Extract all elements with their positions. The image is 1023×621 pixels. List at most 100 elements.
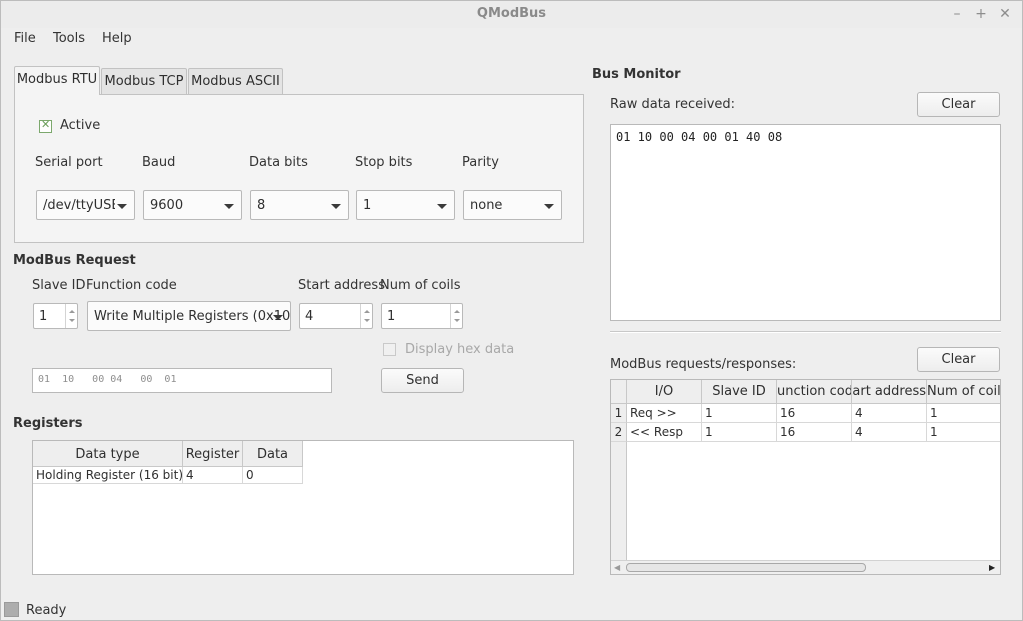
active-label: Active: [60, 118, 101, 133]
stepper-buttons[interactable]: [360, 304, 372, 328]
stop-bits-select[interactable]: 1: [356, 190, 455, 220]
send-button[interactable]: Send: [381, 368, 464, 393]
table-row-cell-io[interactable]: Req >>: [627, 404, 702, 423]
parity-value: none: [470, 198, 503, 213]
serial-port-label: Serial port: [35, 155, 103, 170]
registers-col-data[interactable]: Data: [243, 441, 303, 467]
clear-raw-button[interactable]: Clear: [917, 92, 1000, 117]
status-indicator: [4, 602, 19, 617]
tab-modbus-tcp[interactable]: Modbus TCP: [101, 68, 187, 94]
start-address-stepper[interactable]: 4: [299, 303, 373, 329]
window-title: QModBus: [476, 6, 547, 21]
registers-title: Registers: [13, 416, 83, 431]
maximize-icon[interactable]: +: [973, 5, 989, 23]
row-header-gutter: [611, 442, 627, 560]
title-bar: QModBus – + ✕: [1, 1, 1022, 28]
row-number[interactable]: 2: [611, 423, 627, 442]
chevron-down-icon: [224, 204, 234, 209]
table-row-cell-register[interactable]: 4: [183, 467, 243, 484]
table-row-cell-start-address[interactable]: 4: [852, 404, 927, 423]
table-row-cell-slave-id[interactable]: 1: [702, 404, 777, 423]
requests-corner: [611, 380, 627, 404]
baud-select[interactable]: 9600: [143, 190, 242, 220]
requests-col-slave-id[interactable]: Slave ID: [702, 380, 777, 404]
registers-col-data-type[interactable]: Data type: [33, 441, 183, 467]
start-address-label: Start address: [298, 278, 385, 293]
stepper-buttons[interactable]: [65, 304, 77, 328]
chevron-up-icon: [364, 310, 370, 313]
display-hex-checkbox[interactable]: [383, 343, 396, 356]
stop-bits-value: 1: [363, 198, 372, 213]
slave-id-value: 1: [39, 309, 48, 324]
splitter-handle[interactable]: [610, 331, 1001, 333]
close-icon[interactable]: ✕: [997, 5, 1013, 23]
chevron-down-icon: [454, 319, 460, 322]
menu-tools[interactable]: Tools: [53, 31, 85, 46]
table-row-cell-data-type[interactable]: Holding Register (16 bit): [33, 467, 183, 484]
num-coils-value: 1: [387, 309, 396, 324]
rtu-settings-panel: Active Serial port Baud Data bits Stop b…: [14, 94, 584, 243]
function-code-select[interactable]: Write Multiple Registers (0x10): [87, 301, 291, 331]
row-number[interactable]: 1: [611, 404, 627, 423]
clear-requests-button[interactable]: Clear: [917, 347, 1000, 372]
minimize-icon[interactable]: –: [949, 5, 965, 23]
stepper-buttons[interactable]: [450, 304, 462, 328]
data-bits-label: Data bits: [249, 155, 308, 170]
scroll-left-icon[interactable]: ◀: [614, 563, 620, 572]
data-bits-select[interactable]: 8: [250, 190, 349, 220]
chevron-up-icon: [454, 310, 460, 313]
chevron-down-icon: [544, 204, 554, 209]
serial-port-select[interactable]: /dev/ttyUSB1: [36, 190, 135, 220]
requests-col-num-coils[interactable]: Num of coils: [927, 380, 1000, 404]
requests-col-function-code[interactable]: unction cod: [777, 380, 852, 404]
raw-data-label: Raw data received:: [610, 97, 736, 112]
tab-modbus-rtu[interactable]: Modbus RTU: [14, 66, 100, 95]
scroll-right-icon[interactable]: ▶: [989, 563, 995, 572]
num-coils-label: Num of coils: [380, 278, 461, 293]
table-row-cell-io[interactable]: << Resp: [627, 423, 702, 442]
requests-col-start-address[interactable]: start address: [852, 380, 927, 404]
status-text: Ready: [26, 603, 67, 618]
table-row-cell-function-code[interactable]: 16: [777, 423, 852, 442]
parity-select[interactable]: none: [463, 190, 562, 220]
function-code-value: Write Multiple Registers (0x10): [94, 309, 291, 324]
table-row-cell-start-address[interactable]: 4: [852, 423, 927, 442]
slave-id-stepper[interactable]: 1: [33, 303, 78, 329]
modbus-request-title: ModBus Request: [13, 253, 136, 268]
table-row-cell-num-coils[interactable]: 1: [927, 404, 1000, 423]
tab-modbus-ascii[interactable]: Modbus ASCII: [188, 68, 283, 94]
function-code-label: Function code: [86, 278, 177, 293]
serial-port-value: /dev/ttyUSB1: [43, 198, 115, 213]
parity-label: Parity: [462, 155, 499, 170]
display-hex-label: Display hex data: [405, 342, 515, 357]
baud-label: Baud: [142, 155, 176, 170]
main-window: QModBus – + ✕ File Tools Help Modbus RTU…: [0, 0, 1023, 621]
requests-responses-label: ModBus requests/responses:: [610, 357, 797, 372]
registers-col-register[interactable]: Register: [183, 441, 243, 467]
raw-request-field[interactable]: 01 10 00 04 00 01: [32, 368, 332, 393]
requests-table: I/O Slave ID unction cod start address N…: [610, 379, 1001, 575]
table-row-cell-slave-id[interactable]: 1: [702, 423, 777, 442]
stop-bits-label: Stop bits: [355, 155, 413, 170]
active-checkbox[interactable]: [39, 118, 52, 133]
horizontal-scrollbar[interactable]: ◀ ▶: [611, 560, 1000, 574]
table-row-cell-function-code[interactable]: 16: [777, 404, 852, 423]
table-row-cell-num-coils[interactable]: 1: [927, 423, 1000, 442]
chevron-down-icon: [69, 319, 75, 322]
menu-file[interactable]: File: [14, 31, 36, 46]
chevron-down-icon: [273, 315, 283, 320]
chevron-down-icon: [117, 204, 127, 209]
requests-col-io[interactable]: I/O: [627, 380, 702, 404]
slave-id-label: Slave ID: [32, 278, 86, 293]
table-row-cell-data[interactable]: 0: [243, 467, 303, 484]
chevron-down-icon: [364, 319, 370, 322]
bus-monitor-title: Bus Monitor: [592, 67, 681, 82]
menu-help[interactable]: Help: [102, 31, 132, 46]
scrollbar-thumb[interactable]: [626, 563, 866, 572]
baud-value: 9600: [150, 198, 184, 213]
num-coils-stepper[interactable]: 1: [381, 303, 463, 329]
chevron-down-icon: [331, 204, 341, 209]
chevron-up-icon: [69, 310, 75, 313]
registers-table: Data type Register Data Holding Register…: [32, 440, 574, 575]
raw-data-text[interactable]: 01 10 00 04 00 01 40 08: [610, 124, 1001, 321]
